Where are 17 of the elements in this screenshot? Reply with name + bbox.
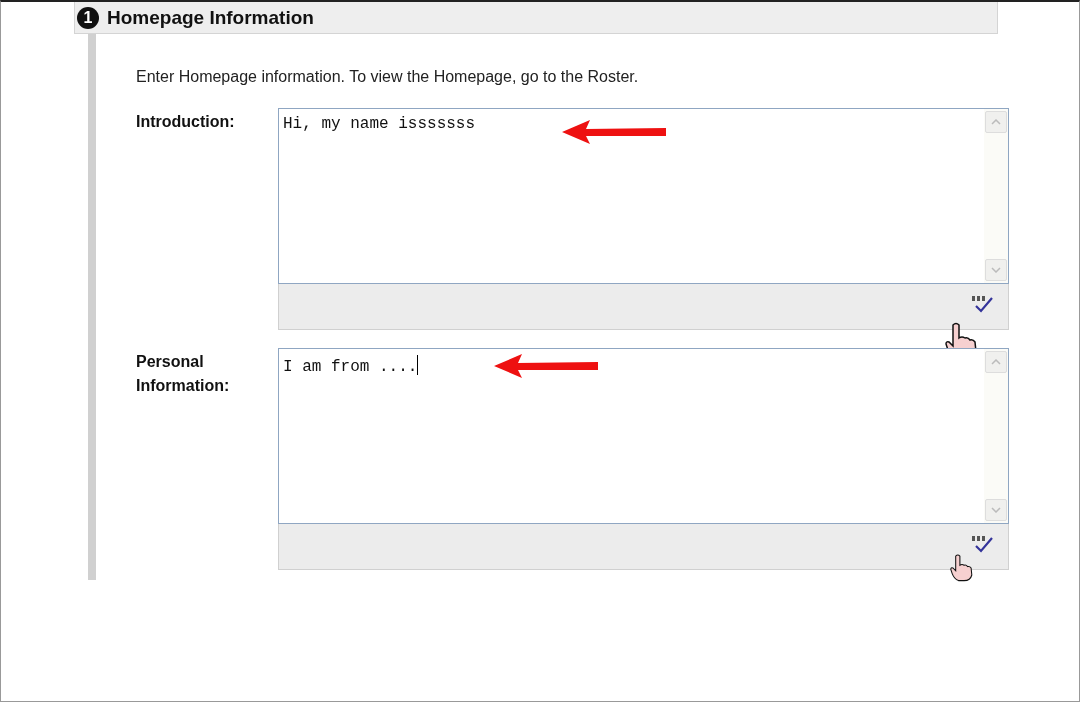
chevron-up-icon [991,359,1001,365]
scroll-down-button[interactable] [985,259,1007,281]
instructions-text: Enter Homepage information. To view the Homepage, go to the Roster. [136,68,640,87]
scroll-down-button[interactable] [985,499,1007,521]
scroll-up-button[interactable] [985,111,1007,133]
text-area-field[interactable]: Hi, my name isssssss [278,108,1009,284]
field-label: Personal Information: [136,352,231,396]
section-title: Homepage Information [107,6,314,29]
chevron-down-icon [991,267,1001,273]
field-label: Introduction: [136,112,236,132]
step-number-badge: 1 [77,6,99,29]
chevron-up-icon [991,119,1001,125]
text-area-field[interactable]: I am from .... [278,348,1009,524]
spell-check-icon[interactable] [970,534,994,554]
scroll-up-button[interactable] [985,351,1007,373]
spell-check-icon[interactable] [970,294,994,314]
chevron-down-icon [991,507,1001,513]
